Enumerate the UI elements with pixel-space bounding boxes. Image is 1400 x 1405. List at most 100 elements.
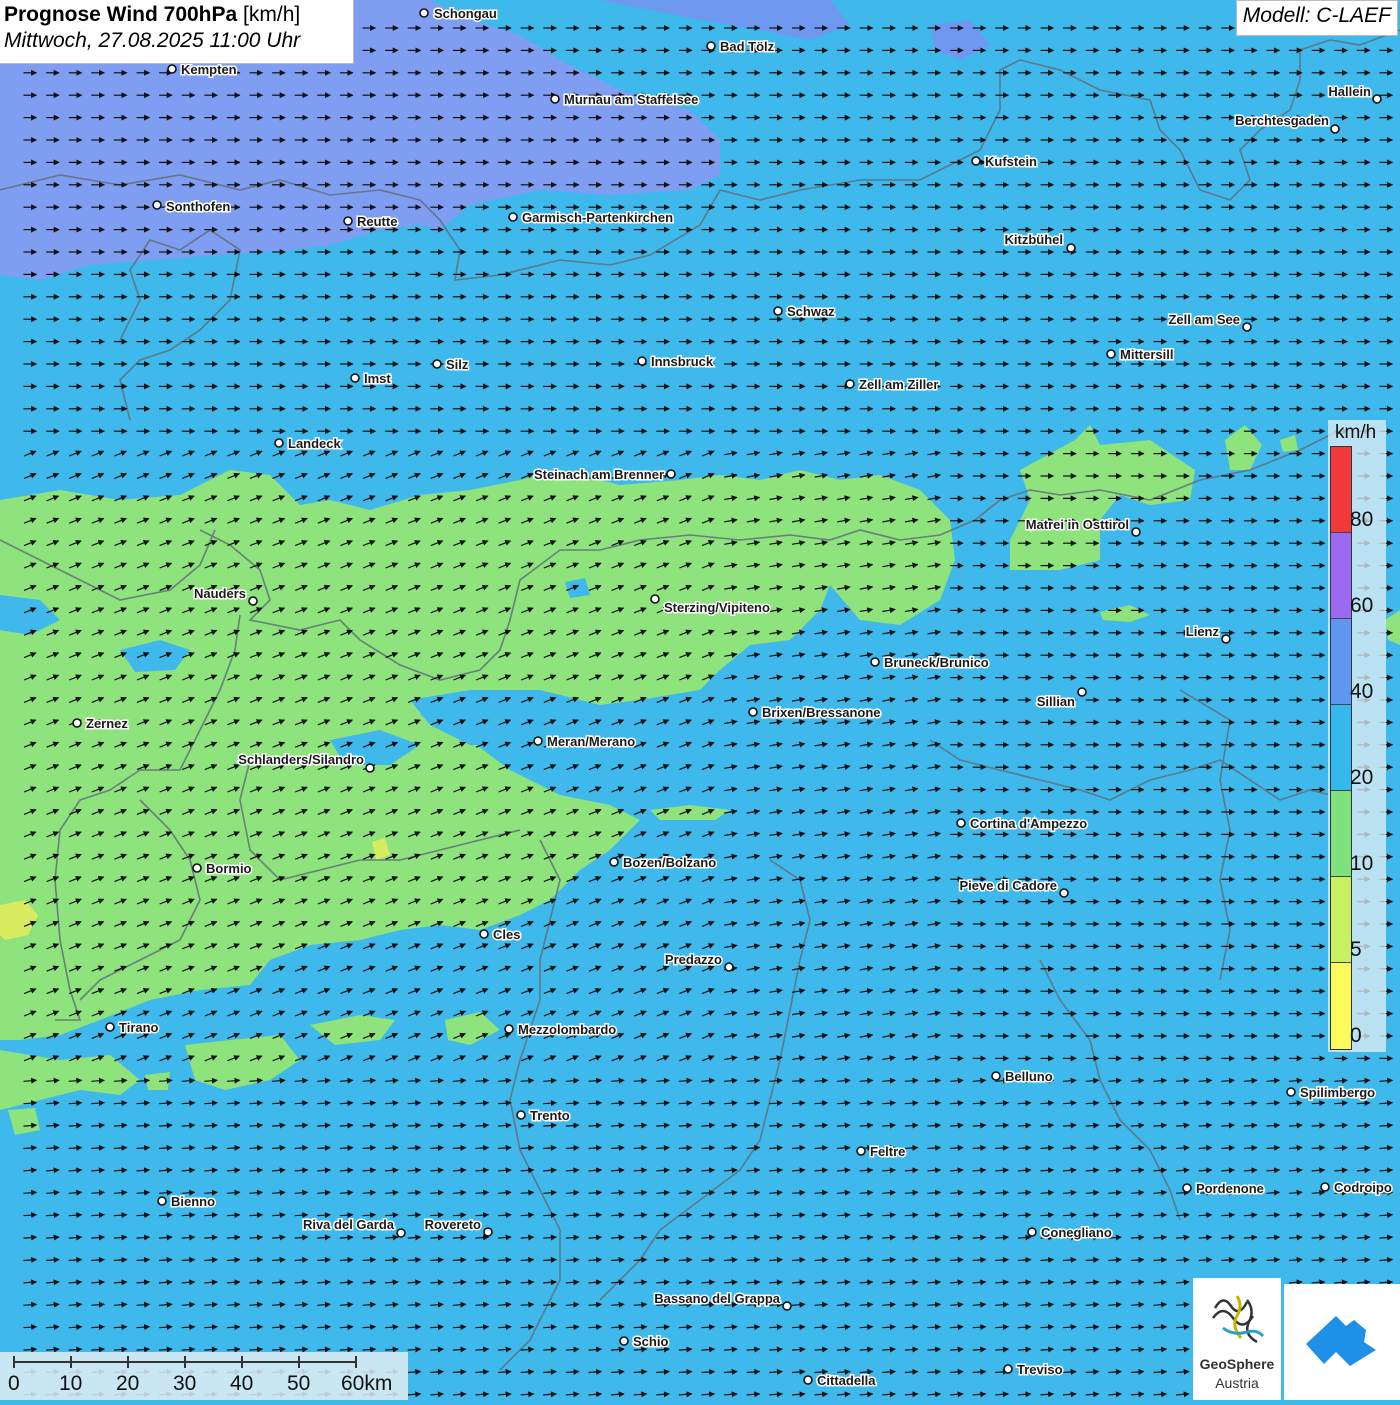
city-label: Belluno <box>1005 1069 1053 1084</box>
city-label: Hallein <box>1328 84 1371 99</box>
city-label: Pordenone <box>1196 1181 1264 1196</box>
legend-segment <box>1331 705 1351 791</box>
city-label: Mittersill <box>1120 347 1173 362</box>
city-label: Bad Tölz <box>720 39 775 54</box>
city-bruneck-brunico[interactable]: Bruneck/Brunico <box>870 654 990 672</box>
city-dot <box>483 1227 493 1237</box>
scale-label-30: 30 <box>173 1372 197 1395</box>
city-label: Predazzo <box>665 952 722 967</box>
city-label: Meran/Merano <box>547 734 635 749</box>
legend-tick-5: 5 <box>1350 938 1362 961</box>
color-legend: km/h 80 60 40 20 10 5 0 <box>1328 420 1386 1052</box>
map-title-unit: [km/h] <box>243 3 301 26</box>
city-garmisch-partenkirchen[interactable]: Garmisch-Partenkirchen <box>508 209 675 227</box>
city-conegliano[interactable]: Conegliano <box>1027 1224 1113 1242</box>
scale-label-20: 20 <box>116 1372 140 1395</box>
city-label: Treviso <box>1017 1362 1063 1377</box>
city-dot <box>72 718 82 728</box>
logo-name: GeoSphere <box>1199 1356 1275 1372</box>
partner-logo[interactable] <box>1284 1284 1400 1400</box>
legend-tick-0: 0 <box>1350 1024 1362 1047</box>
city-label: Cittadella <box>817 1373 876 1388</box>
scale-label-10: 10 <box>59 1372 83 1395</box>
legend-segment <box>1331 533 1351 619</box>
city-label: Codroipo <box>1334 1180 1392 1195</box>
scale-label-40: 40 <box>230 1372 254 1395</box>
city-label: Feltre <box>870 1144 905 1159</box>
city-label: Riva del Garda <box>303 1217 395 1232</box>
city-dot <box>504 1024 514 1034</box>
map-title: Prognose Wind 700hPa [km/h] <box>4 3 349 27</box>
city-dot <box>803 1375 813 1385</box>
city-dot <box>533 736 543 746</box>
geosphere-mark-icon <box>1211 1295 1265 1344</box>
city-dot <box>609 857 619 867</box>
city-label: Steinach am Brenner <box>534 467 664 482</box>
city-dot <box>1003 1364 1013 1374</box>
cloud-arrow-icon <box>1306 1316 1376 1366</box>
city-dot <box>157 1196 167 1206</box>
scale-label-0: 0 <box>8 1372 20 1395</box>
city-label: Sterzing/Vipiteno <box>664 600 770 615</box>
city-label: Brixen/Bressanone <box>762 705 881 720</box>
city-dot <box>419 8 429 18</box>
city-label: Kitzbühel <box>1005 232 1064 247</box>
city-bozen-bolzano[interactable]: Bozen/Bolzano <box>609 854 718 872</box>
city-dot <box>274 438 284 448</box>
city-dot <box>956 818 966 828</box>
city-label: Schio <box>633 1334 668 1349</box>
city-dot <box>724 962 734 972</box>
city-spilimbergo[interactable]: Spilimbergo <box>1286 1084 1377 1102</box>
city-label: Murnau am Staffelsee <box>564 92 698 107</box>
legend-tick-20: 20 <box>1350 766 1374 789</box>
city-brixen-bressanone[interactable]: Brixen/Bressanone <box>748 704 882 722</box>
scale-label-60km: 60km <box>341 1372 393 1395</box>
legend-tick-40: 40 <box>1350 680 1374 703</box>
city-label: Garmisch-Partenkirchen <box>522 210 673 225</box>
city-label: Lienz <box>1186 624 1220 639</box>
city-dot <box>350 373 360 383</box>
city-dot <box>1330 124 1340 134</box>
city-label: Nauders <box>194 586 246 601</box>
logo-subtitle: Austria <box>1215 1375 1259 1391</box>
city-dot <box>706 41 716 51</box>
city-dot <box>748 707 758 717</box>
city-steinach-am-brenner[interactable]: Steinach am Brenner <box>532 466 676 484</box>
city-label: Berchtesgaden <box>1235 113 1329 128</box>
geosphere-logo[interactable]: GeoSphere Austria <box>1193 1278 1281 1400</box>
city-dot <box>152 200 162 210</box>
city-dot <box>1320 1182 1330 1192</box>
city-dot <box>508 212 518 222</box>
city-label: Bassano del Grappa <box>654 1291 780 1306</box>
city-label: Zell am Ziller <box>859 377 938 392</box>
city-dot <box>1372 94 1382 104</box>
city-dot <box>1131 527 1141 537</box>
city-dot <box>1059 888 1069 898</box>
legend-tick-60: 60 <box>1350 594 1374 617</box>
wind-map[interactable]: Schongau Bad Tölz Kempten Murnau am Staffel… <box>0 0 1400 1400</box>
city-label: Matrei in Osttirol <box>1026 517 1129 532</box>
city-dot <box>666 469 676 479</box>
city-label: Rovereto <box>425 1217 481 1232</box>
city-meran-merano[interactable]: Meran/Merano <box>533 733 637 751</box>
city-label: Spilimbergo <box>1300 1085 1375 1100</box>
city-dot <box>1242 322 1252 332</box>
city-mezzolombardo[interactable]: Mezzolombardo <box>504 1021 618 1039</box>
city-pordenone[interactable]: Pordenone <box>1182 1180 1265 1198</box>
city-label: Schlanders/Silandro <box>238 752 364 767</box>
distance-scalebar: 0 10 20 30 40 50 60km <box>0 1352 408 1400</box>
city-label: Landeck <box>288 436 342 451</box>
city-dot <box>479 929 489 939</box>
city-label: Bozen/Bolzano <box>623 855 716 870</box>
city-murnau-am-staffelsee[interactable]: Murnau am Staffelsee <box>550 91 700 109</box>
city-cortina-d-ampezzo[interactable]: Cortina d'Ampezzo <box>956 815 1089 833</box>
city-label: Reutte <box>357 214 397 229</box>
city-label: Kempten <box>181 62 237 77</box>
city-label: Zell am See <box>1168 312 1240 327</box>
city-zell-am-ziller[interactable]: Zell am Ziller <box>845 376 940 394</box>
city-label: Zernez <box>86 716 128 731</box>
city-dot <box>845 379 855 389</box>
city-dot <box>1027 1227 1037 1237</box>
legend-color-bar <box>1330 446 1352 1050</box>
city-dot <box>432 359 442 369</box>
